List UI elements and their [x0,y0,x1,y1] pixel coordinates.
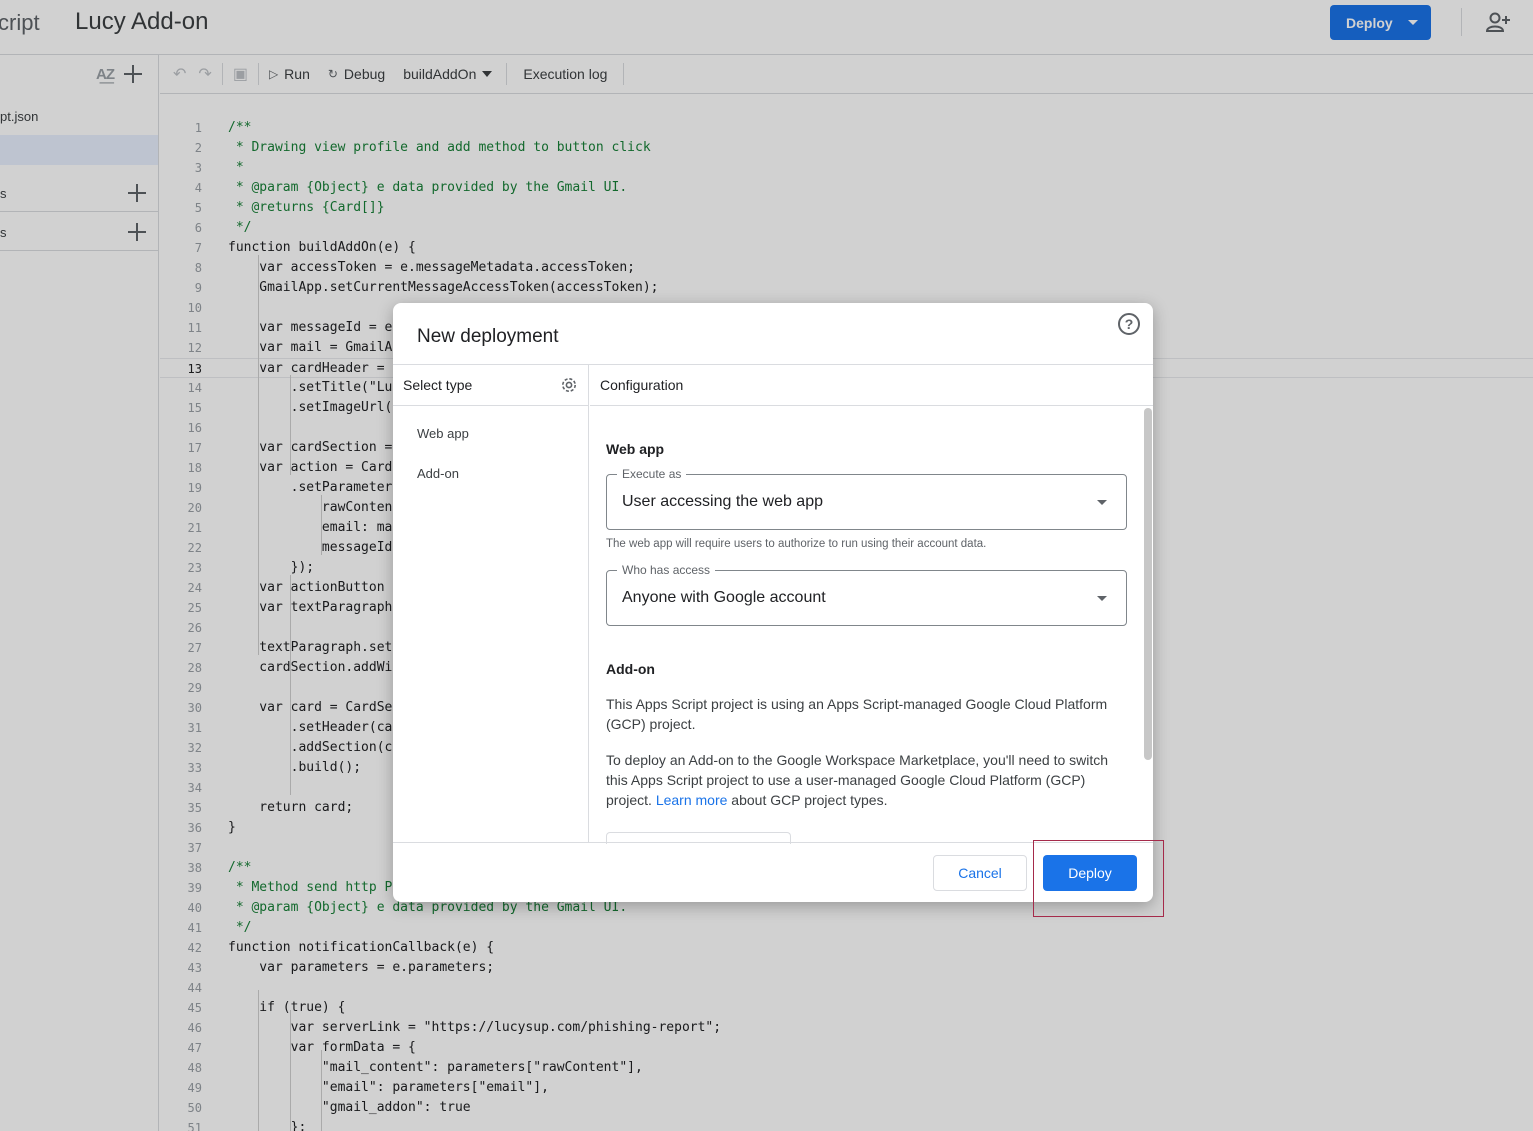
dialog-title: New deployment [417,326,559,347]
new-deployment-dialog: New deployment Select type Web app Add-o… [393,303,1153,902]
configuration-label: Configuration [600,377,684,393]
who-has-access-value: Anyone with Google account [622,589,826,606]
add-on-gcp-notice: This Apps Script project is using an App… [606,696,1108,732]
dropdown-arrow-icon [1097,500,1107,505]
type-item-add-on[interactable]: Add-on [417,466,459,481]
scrollbar[interactable] [1144,408,1152,760]
select-type-column: Select type Web app Add-on [393,365,589,842]
select-type-header: Select type [393,365,588,406]
cancel-button[interactable]: Cancel [933,855,1027,891]
help-icon[interactable]: ? [1118,313,1140,335]
add-on-marketplace-notice: To deploy an Add-on to the Google Worksp… [606,750,1131,810]
learn-more-link[interactable]: Learn more [656,792,728,808]
execute-as-select[interactable]: Execute as User accessing the web app [606,467,1127,530]
add-on-heading: Add-on [606,661,655,677]
who-has-access-select[interactable]: Who has access Anyone with Google accoun… [606,563,1127,626]
gear-icon[interactable] [560,376,578,394]
execute-as-hint: The web app will require users to author… [606,538,987,550]
select-type-label: Select type [403,377,473,393]
web-app-heading: Web app [606,441,665,457]
deploy-button-highlight [1033,840,1164,917]
marketplace-notice-text-end: about GCP project types. [727,792,888,808]
configuration-header: Configuration [590,365,1153,406]
execute-as-value: User accessing the web app [622,493,823,510]
execute-as-label: Execute as [617,467,687,481]
dropdown-arrow-icon [1097,596,1107,601]
who-has-access-label: Who has access [617,563,716,577]
type-item-web-app[interactable]: Web app [417,426,469,441]
